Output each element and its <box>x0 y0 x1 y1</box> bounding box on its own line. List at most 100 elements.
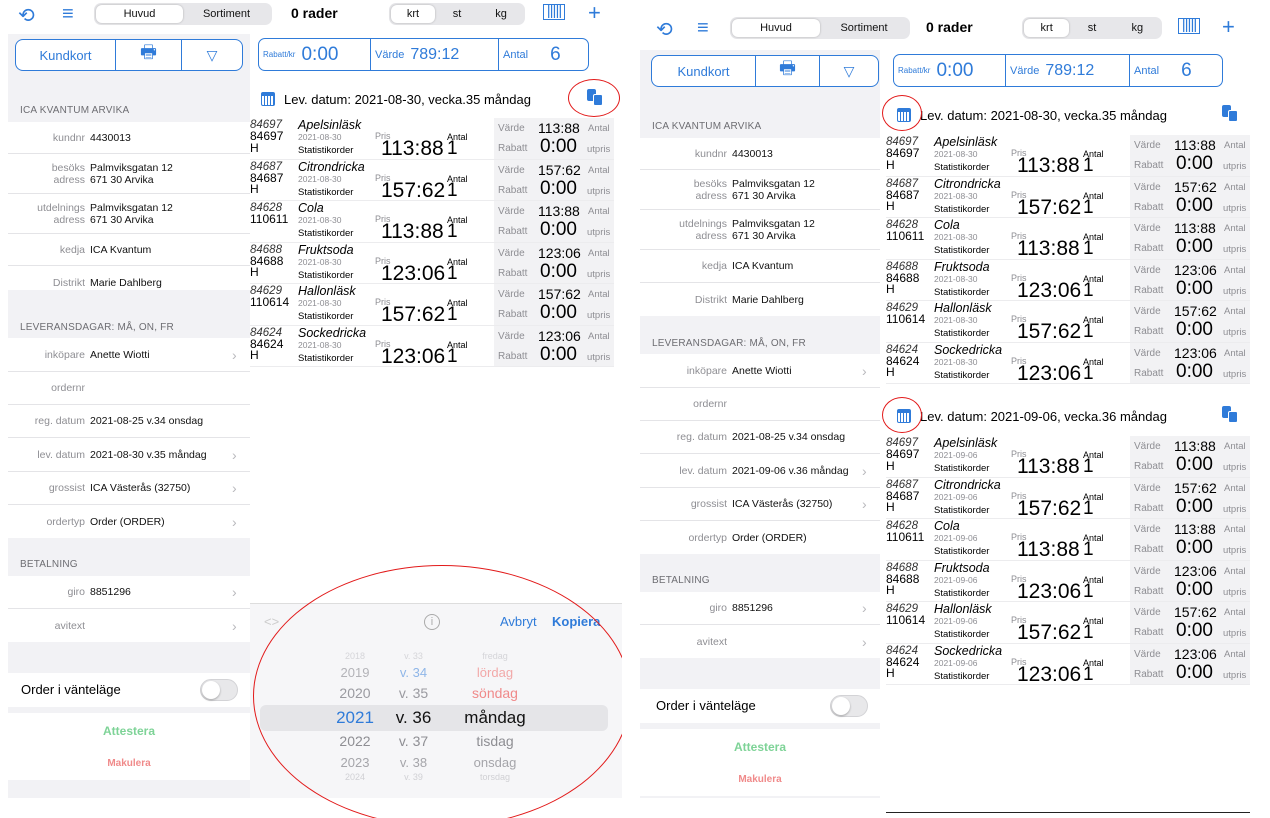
item-value: 113:88 <box>1174 438 1216 454</box>
side-utpris-label: utpris <box>587 185 611 197</box>
toolbar: ⟲ ≡ Huvud Sortiment 0 rader krt st kg ||… <box>636 14 1270 44</box>
print-button[interactable]: 🖶 <box>116 40 182 70</box>
row-inkopare[interactable]: inköpare Anette Wiotti › <box>640 354 880 388</box>
group-date-label: Lev. datum: 2021-09-06, vecka.36 måndag <box>920 408 1167 424</box>
item-discount: 0:00 <box>1176 236 1213 257</box>
unit-kg[interactable]: kg <box>479 5 523 23</box>
menu-icon[interactable]: ≡ <box>62 3 74 26</box>
rabatt-label: Rabatt <box>498 309 528 320</box>
row-utdelningsadress: utdelnings adress Palmviksgatan 12 671 30 A… <box>640 210 880 250</box>
order-item[interactable]: 84629 Hallonläsk 110614 2021-08-30 Statistik… <box>250 284 614 326</box>
order-item[interactable]: 84624 Sockedricka 84624 H 2021-09-06 Statisti… <box>886 643 1250 686</box>
item-value: 113:88 <box>1174 521 1216 537</box>
order-item[interactable]: 84688 Fruktsoda 84688 H 2021-08-30 Statistiko… <box>886 259 1250 302</box>
item-quantity: 1 <box>447 262 458 284</box>
item-price: 157:62 <box>1017 496 1082 520</box>
inkopare-label: inköpare <box>44 348 85 361</box>
filter-button[interactable]: ▽ <box>182 40 242 70</box>
item-ean-suffix: H <box>250 182 259 196</box>
order-item[interactable]: 84687 Citrondricka 84687 H 2021-08-30 Statist… <box>886 176 1250 219</box>
item-order-type: Statistikorder <box>934 670 990 682</box>
group-header: Lev. datum: 2021-09-06, vecka.36 måndag <box>897 406 1167 426</box>
ordertyp-label: ordertyp <box>688 531 727 544</box>
item-date: 2021-08-30 <box>934 149 978 159</box>
tab-sortiment[interactable]: Sortiment <box>820 19 908 37</box>
row-lev-datum[interactable]: lev. datum 2021-08-30 v.35 måndag › <box>8 438 250 472</box>
varde-label: Värde <box>1134 140 1161 151</box>
attestera-button[interactable]: Attestera <box>640 740 880 754</box>
row-ordernr[interactable]: ordernr <box>640 388 880 421</box>
makulera-button[interactable]: Makulera <box>640 774 880 785</box>
row-grossist[interactable]: grossist ICA Västerås (32750) › <box>640 488 880 521</box>
order-item[interactable]: 84697 Apelsinläsk 84697 H 2021-09-06 Statisti… <box>886 436 1250 478</box>
calendar-icon[interactable] <box>261 92 275 106</box>
unit-st[interactable]: st <box>435 5 479 23</box>
item-order-type: Statistikorder <box>934 162 990 173</box>
row-avitext[interactable]: avitext › <box>640 625 880 658</box>
item-date: 2021-09-06 <box>934 533 978 543</box>
besoks-label-1: besöks <box>51 161 85 174</box>
barcode-icon[interactable]: ||||| <box>1178 17 1200 34</box>
order-item[interactable]: 84687 Citrondricka 84687 H 2021-09-06 Statist… <box>886 477 1250 520</box>
add-icon[interactable]: + <box>1222 14 1235 40</box>
tab-huvud[interactable]: Huvud <box>732 19 820 37</box>
item-ean-number: 110614 <box>886 312 926 326</box>
print-button[interactable]: 🖶 <box>756 56 820 86</box>
unit-krt[interactable]: krt <box>391 5 435 23</box>
order-item[interactable]: 84688 Fruktsoda 84688 H 2021-09-06 Statistiko… <box>886 560 1250 603</box>
order-item[interactable]: 84629 Hallonläsk 110614 2021-09-06 Statistik… <box>886 602 1250 644</box>
order-item[interactable]: 84629 Hallonläsk 110614 2021-08-30 Statistik… <box>886 301 1250 343</box>
tab-sortiment[interactable]: Sortiment <box>183 5 270 23</box>
utd-value-2: 671 30 Arvika <box>90 213 154 226</box>
order-item[interactable]: 84697 Apelsinläsk 84697 H 2021-08-30 Statisti… <box>250 118 614 160</box>
row-giro[interactable]: giro 8851296 › <box>640 592 880 625</box>
order-item[interactable]: 84628 Cola 110611 2021-08-30 Statistikorder P… <box>886 218 1250 260</box>
varde-label: Värde <box>498 247 525 259</box>
makulera-button[interactable]: Makulera <box>8 758 250 769</box>
rabatt-label: Rabatt <box>1134 668 1164 680</box>
row-inkopare[interactable]: inköpare Anette Wiotti › <box>8 338 250 372</box>
attestera-button[interactable]: Attestera <box>8 724 250 738</box>
tab-huvud[interactable]: Huvud <box>96 5 183 23</box>
row-ordernr[interactable]: ordernr <box>8 372 250 405</box>
menu-icon[interactable]: ≡ <box>697 17 709 40</box>
order-item[interactable]: 84628 Cola 110611 2021-08-30 Statistikorder P… <box>250 201 614 243</box>
item-ean: 110614 <box>250 296 289 309</box>
row-grossist[interactable]: grossist ICA Västerås (32750) › <box>8 472 250 505</box>
unit-krt[interactable]: krt <box>1024 19 1070 37</box>
order-item[interactable]: 84624 Sockedricka 84624 H 2021-08-30 Statisti… <box>886 342 1250 385</box>
back-icon[interactable]: ⟲ <box>18 3 35 28</box>
rabatt-label: Rabatt <box>1134 627 1164 638</box>
order-item[interactable]: 84624 Sockedricka 84624 H 2021-08-30 Statisti… <box>250 325 614 368</box>
row-giro[interactable]: giro 8851296 › <box>8 576 250 609</box>
item-value: 157:62 <box>1174 303 1217 319</box>
item-quantity: 1 <box>1083 321 1094 342</box>
add-icon[interactable]: + <box>588 0 601 26</box>
order-item[interactable]: 84697 Apelsinläsk 84697 H 2021-08-30 Statisti… <box>886 135 1250 177</box>
order-item[interactable]: 84688 Fruktsoda 84688 H 2021-08-30 Statistiko… <box>250 242 614 285</box>
item-discount: 0:00 <box>1176 153 1213 174</box>
item-ean-number: 110611 <box>886 229 925 243</box>
rabatt-label: Rabatt <box>1134 367 1164 379</box>
copy-icon[interactable] <box>1222 105 1238 122</box>
row-ordertyp[interactable]: ordertyp Order (ORDER) <box>640 521 880 554</box>
row-besoksadress: besöks adress Palmviksgatan 12 671 30 Arvik… <box>8 154 250 194</box>
row-ordertyp[interactable]: ordertyp Order (ORDER) › <box>8 505 250 538</box>
kundnr-value: 4430013 <box>732 147 773 160</box>
back-icon[interactable]: ⟲ <box>656 17 673 42</box>
unit-kg[interactable]: kg <box>1115 19 1160 37</box>
wait-toggle[interactable] <box>200 679 238 701</box>
item-date: 2021-09-06 <box>934 574 978 585</box>
unit-st[interactable]: st <box>1069 19 1114 37</box>
row-avitext[interactable]: avitext › <box>8 609 250 642</box>
kundkort-button[interactable]: Kundkort <box>652 56 756 86</box>
order-item[interactable]: 84687 Citrondricka 84687 H 2021-08-30 Statist… <box>250 159 614 202</box>
wait-toggle[interactable] <box>830 695 868 717</box>
copy-icon[interactable] <box>1222 406 1238 423</box>
barcode-icon[interactable]: ||||| <box>543 3 565 20</box>
row-lev-datum[interactable]: lev. datum 2021-09-06 v.36 måndag › <box>640 454 880 488</box>
kundkort-button[interactable]: Kundkort <box>16 40 116 70</box>
filter-button[interactable]: ▽ <box>820 56 878 86</box>
order-item[interactable]: 84628 Cola 110611 2021-09-06 Statistikorder P… <box>886 519 1250 561</box>
item-ean: 110611 <box>886 531 924 544</box>
